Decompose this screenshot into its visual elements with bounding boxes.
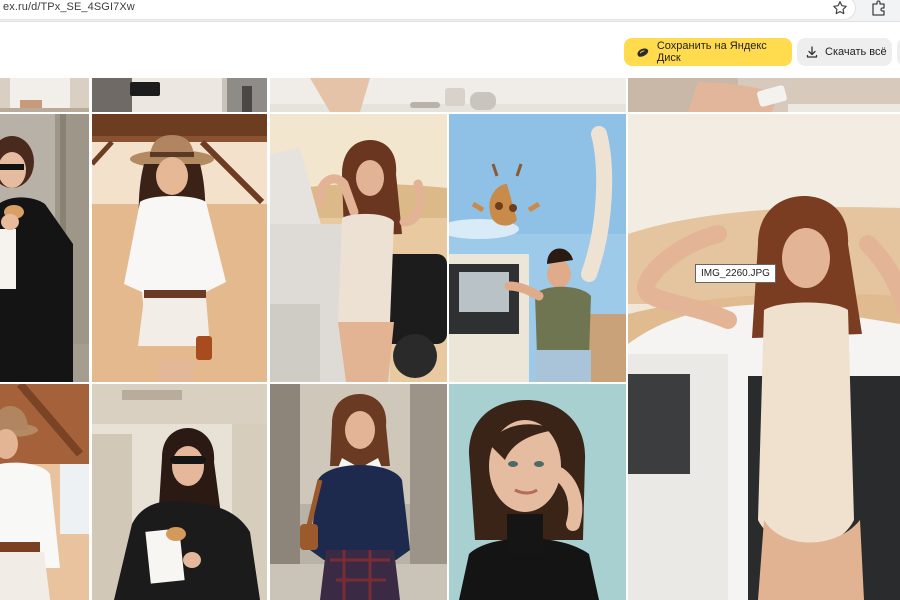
photo-tile[interactable] bbox=[270, 78, 626, 112]
save-to-disk-label: Сохранить на Яндекс Диск bbox=[656, 40, 767, 64]
photo-tile[interactable] bbox=[92, 384, 267, 600]
photo-thumbnail bbox=[92, 114, 267, 382]
url-text[interactable]: ex.ru/d/TPx_SE_4SGI7Xw bbox=[3, 1, 135, 13]
photo-thumbnail bbox=[270, 384, 447, 600]
filename-tooltip: IMG_2260.JPG bbox=[695, 264, 776, 283]
photo-thumbnail bbox=[0, 384, 89, 600]
photo-thumbnail bbox=[270, 114, 447, 382]
photo-tile[interactable] bbox=[92, 114, 267, 382]
disk-icon bbox=[637, 48, 649, 57]
photo-tile[interactable] bbox=[449, 384, 626, 600]
disk-toolbar: Сохранить на Яндекс Диск Скачать всё bbox=[0, 22, 900, 78]
star-icon[interactable] bbox=[832, 0, 848, 16]
photo-tile[interactable] bbox=[0, 78, 89, 112]
photo-tile[interactable] bbox=[270, 384, 447, 600]
photo-tile-selected[interactable] bbox=[628, 114, 900, 600]
photo-thumbnail bbox=[0, 78, 89, 112]
puzzle-icon[interactable] bbox=[870, 0, 888, 16]
download-icon bbox=[806, 46, 818, 58]
photo-thumbnail bbox=[92, 384, 267, 600]
photo-tile[interactable] bbox=[270, 114, 447, 382]
download-all-button[interactable]: Скачать всё bbox=[797, 38, 892, 66]
photo-tile[interactable] bbox=[0, 384, 89, 600]
photo-thumbnail bbox=[92, 78, 267, 112]
photo-grid: IMG_2260.JPG bbox=[0, 78, 900, 600]
photo-thumbnail bbox=[0, 114, 89, 382]
photo-thumbnail bbox=[270, 78, 626, 112]
photo-tile[interactable] bbox=[0, 114, 89, 382]
save-to-disk-button[interactable]: Сохранить на Яндекс Диск bbox=[624, 38, 792, 66]
url-field[interactable]: ex.ru/d/TPx_SE_4SGI7Xw bbox=[0, 0, 856, 20]
browser-address-bar: ex.ru/d/TPx_SE_4SGI7Xw bbox=[0, 0, 900, 22]
photo-thumbnail bbox=[628, 114, 900, 600]
photo-tile[interactable] bbox=[92, 78, 267, 112]
photo-thumbnail bbox=[449, 114, 626, 382]
photo-tile[interactable] bbox=[449, 114, 626, 382]
photo-tile[interactable] bbox=[628, 78, 900, 112]
download-all-label: Скачать всё bbox=[825, 46, 887, 58]
photo-thumbnail bbox=[449, 384, 626, 600]
photo-thumbnail bbox=[628, 78, 900, 112]
